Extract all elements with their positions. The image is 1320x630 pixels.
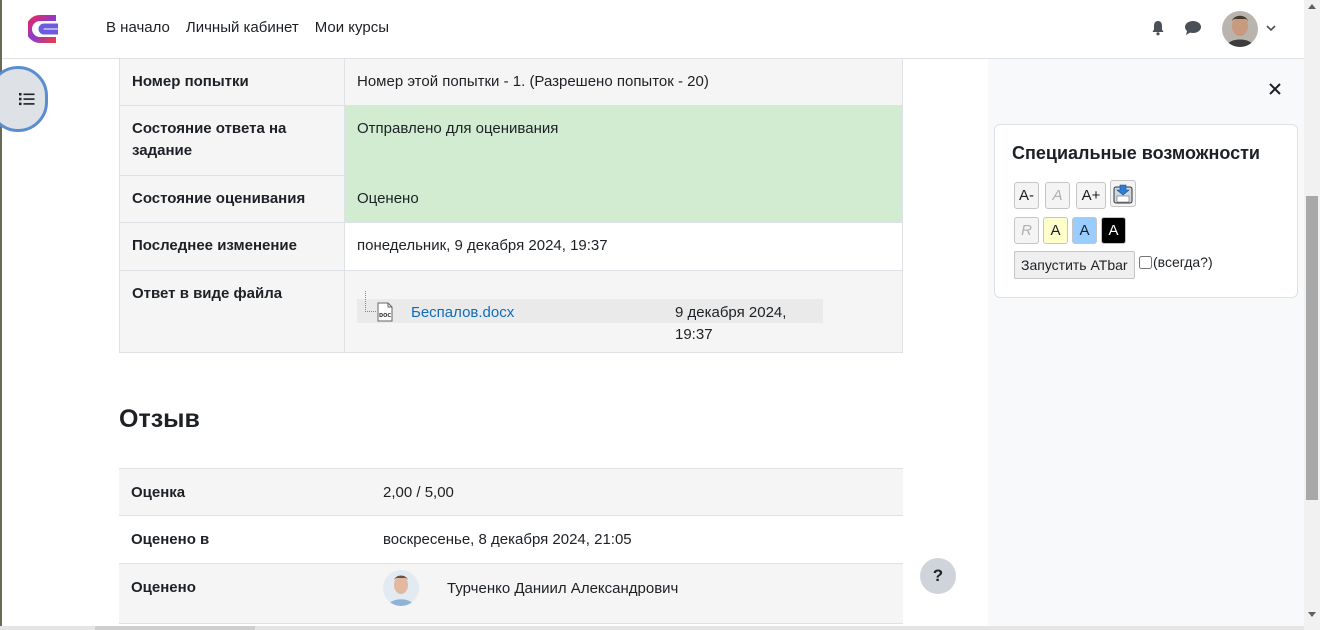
bell-icon[interactable] [1150, 20, 1166, 36]
save-settings-button[interactable] [1110, 180, 1136, 207]
right-drawer: Специальные возможности A- A A+ R A A A [988, 58, 1304, 630]
table-row: Оценено в воскресенье, 8 декабря 2024, 2… [119, 515, 903, 564]
table-row: Состояние ответа на задание Отправлено д… [119, 105, 903, 176]
grader-info: Турченко Даниил Александрович [383, 570, 891, 606]
accessibility-block: Специальные возможности A- A A+ R A A A [994, 124, 1298, 298]
chat-icon[interactable] [1184, 20, 1202, 36]
document-file-icon: DOC [377, 302, 393, 322]
grading-status-value: Оценено [344, 175, 903, 223]
row-label: Последнее изменение [119, 222, 345, 271]
row-label: Оценка [119, 468, 351, 516]
nav-dashboard-link[interactable]: Личный кабинет [186, 19, 299, 36]
feedback-table: Оценка 2,00 / 5,00 Оценено в воскресенье… [119, 468, 903, 624]
increase-font-button[interactable]: A+ [1076, 182, 1106, 209]
row-label: Состояние ответа на задание [119, 105, 345, 176]
close-icon[interactable] [1269, 83, 1281, 95]
svg-text:DOC: DOC [379, 313, 391, 319]
row-label: Оценено [119, 563, 351, 624]
reset-font-button[interactable]: A [1045, 182, 1070, 209]
submission-status-table: Номер попытки Номер этой попытки - 1. (Р… [119, 58, 903, 353]
yellow-scheme-label: A [1050, 222, 1061, 239]
scrollbar-thumb[interactable] [1306, 196, 1318, 500]
graded-on-value: воскресенье, 8 декабря 2024, 21:05 [351, 515, 903, 564]
brand-logo-icon[interactable] [28, 12, 62, 46]
increase-font-label: A+ [1081, 187, 1101, 204]
help-label: ? [932, 566, 944, 585]
chevron-down-icon[interactable] [1265, 22, 1277, 34]
file-date: 9 декабря 2024, 19:37 [675, 304, 787, 343]
help-button[interactable]: ? [920, 558, 956, 594]
feedback-heading: Отзыв [119, 405, 200, 433]
scroll-up-arrow[interactable] [1308, 4, 1316, 9]
file-submission-cell: DOC Беспалов.docx 9 декабря 2024, 19:37 [344, 270, 903, 353]
grader-cell: Турченко Даниил Александрович [351, 563, 903, 624]
decrease-font-button[interactable]: A- [1014, 182, 1039, 209]
primary-navigation: В начало Личный кабинет Мои курсы [106, 19, 389, 36]
decrease-font-label: A- [1019, 187, 1034, 204]
grader-avatar[interactable] [383, 570, 419, 606]
atbar-always-label: (всегда?) [1153, 254, 1213, 270]
file-entry: DOC Беспалов.docx 9 декабря 2024, 19:37 [357, 291, 823, 343]
top-navbar: В начало Личный кабинет Мои курсы [2, 0, 1304, 59]
user-avatar[interactable] [1222, 11, 1258, 47]
horizontal-scrollbar-thumb[interactable] [95, 626, 255, 630]
course-index-toggle[interactable] [0, 66, 48, 132]
submitted-file-link[interactable]: Беспалов.docx [411, 302, 514, 324]
grader-name[interactable]: Турченко Даниил Александрович [447, 580, 678, 597]
table-row: Номер попытки Номер этой попытки - 1. (Р… [119, 58, 903, 106]
accessibility-block-title: Специальные возможности [1012, 143, 1260, 163]
nav-home-link[interactable]: В начало [106, 19, 170, 36]
black-scheme-label: A [1108, 222, 1119, 239]
save-icon [1113, 184, 1133, 203]
row-label: Ответ в виде файла [119, 270, 345, 353]
row-label: Оценено в [119, 515, 351, 564]
scroll-down-arrow[interactable] [1308, 612, 1316, 617]
grade-value: 2,00 / 5,00 [351, 468, 903, 516]
table-row: Оценено Турченко Даниил Александрович [119, 563, 903, 624]
launch-atbar-button[interactable]: Запустить ATbar [1014, 251, 1135, 279]
table-row: Оценка 2,00 / 5,00 [119, 468, 903, 516]
vertical-scrollbar[interactable] [1304, 0, 1320, 630]
row-label: Номер попытки [119, 58, 345, 106]
row-value: Номер этой попытки - 1. (Разрешено попыт… [344, 58, 903, 106]
reset-colour-label: R [1021, 222, 1032, 239]
nav-my-courses-link[interactable]: Мои курсы [315, 19, 389, 36]
table-row: Ответ в виде файла DOC Беспалов.docx 9 д… [119, 270, 903, 353]
row-value: понедельник, 9 декабря 2024, 19:37 [344, 222, 903, 271]
table-row: Последнее изменение понедельник, 9 декаб… [119, 222, 903, 271]
row-label: Состояние оценивания [119, 175, 345, 223]
atbar-always-option: (всегда?) [1139, 254, 1213, 270]
horizontal-scrollbar[interactable] [0, 626, 1304, 630]
blue-scheme-button[interactable]: A [1072, 217, 1097, 244]
list-icon [19, 93, 35, 106]
black-scheme-button[interactable]: A [1101, 217, 1126, 244]
table-row: Состояние оценивания Оценено [119, 175, 903, 223]
blue-scheme-label: A [1079, 222, 1090, 239]
atbar-always-checkbox[interactable] [1139, 255, 1152, 269]
yellow-scheme-button[interactable]: A [1043, 217, 1068, 244]
reset-font-label: A [1052, 187, 1063, 204]
reset-colour-button[interactable]: R [1014, 217, 1039, 244]
submission-status-value: Отправлено для оценивания [344, 105, 903, 176]
